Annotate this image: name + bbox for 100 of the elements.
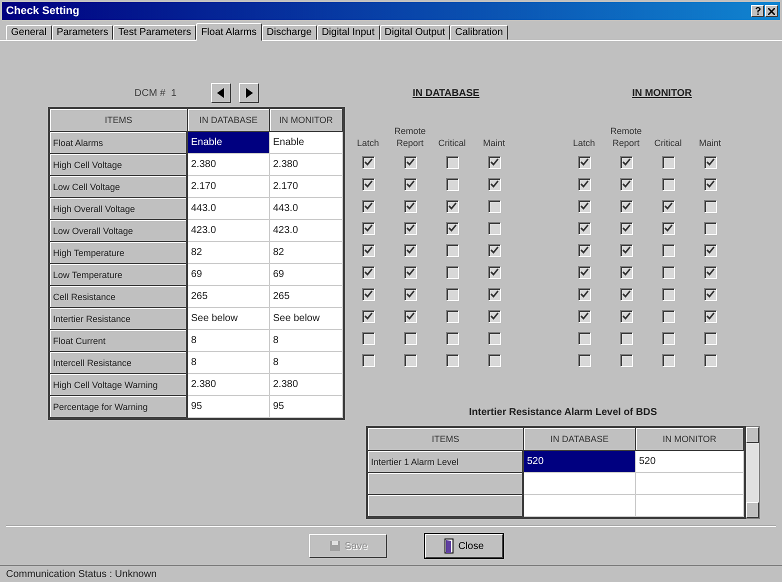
- table-cell[interactable]: 2.380: [188, 154, 270, 176]
- checkbox[interactable]: [362, 244, 374, 256]
- checkbox[interactable]: [662, 310, 674, 322]
- checkbox[interactable]: [662, 332, 674, 344]
- table-cell[interactable]: 2.380: [270, 374, 343, 396]
- table-cell[interactable]: 2.170: [270, 176, 343, 198]
- table-cell[interactable]: Enable: [188, 132, 270, 154]
- checkbox[interactable]: [578, 178, 590, 190]
- checkbox[interactable]: [662, 266, 674, 278]
- checkbox[interactable]: [446, 266, 458, 278]
- checkbox[interactable]: [488, 156, 500, 168]
- checkbox[interactable]: [620, 178, 632, 190]
- checkbox[interactable]: [488, 200, 500, 212]
- checkbox[interactable]: [362, 222, 374, 234]
- checkbox[interactable]: [446, 200, 458, 212]
- checkbox[interactable]: [704, 288, 716, 300]
- table-cell[interactable]: 8: [270, 330, 343, 352]
- help-button[interactable]: [751, 5, 764, 17]
- checkbox[interactable]: [446, 222, 458, 234]
- checkbox[interactable]: [620, 222, 632, 234]
- checkbox[interactable]: [578, 266, 590, 278]
- table-cell[interactable]: 69: [270, 264, 343, 286]
- close-button[interactable]: Close: [425, 534, 503, 558]
- table-cell[interactable]: Enable: [270, 132, 343, 154]
- table-cell[interactable]: 265: [270, 286, 343, 308]
- checkbox[interactable]: [404, 288, 416, 300]
- checkbox[interactable]: [620, 332, 632, 344]
- checkbox[interactable]: [620, 310, 632, 322]
- table-cell[interactable]: 443.0: [188, 198, 270, 220]
- table-cell[interactable]: See below: [270, 308, 343, 330]
- checkbox[interactable]: [704, 178, 716, 190]
- checkbox[interactable]: [362, 156, 374, 168]
- checkbox[interactable]: [404, 266, 416, 278]
- checkbox[interactable]: [578, 332, 590, 344]
- table-cell[interactable]: 8: [188, 352, 270, 374]
- checkbox[interactable]: [704, 266, 716, 278]
- table-cell[interactable]: 95: [270, 396, 343, 418]
- checkbox[interactable]: [578, 200, 590, 212]
- tab[interactable]: Test Parameters: [113, 25, 196, 40]
- checkbox[interactable]: [362, 332, 374, 344]
- checkbox[interactable]: [404, 156, 416, 168]
- checkbox[interactable]: [488, 222, 500, 234]
- table-cell[interactable]: [636, 473, 744, 495]
- table-cell[interactable]: 443.0: [270, 198, 343, 220]
- checkbox[interactable]: [446, 244, 458, 256]
- table-cell[interactable]: 265: [188, 286, 270, 308]
- checkbox[interactable]: [488, 266, 500, 278]
- checkbox[interactable]: [704, 354, 716, 366]
- table-cell[interactable]: 520: [524, 451, 636, 473]
- table-cell[interactable]: 423.0: [270, 220, 343, 242]
- checkbox[interactable]: [578, 354, 590, 366]
- checkbox[interactable]: [362, 266, 374, 278]
- checkbox[interactable]: [662, 354, 674, 366]
- checkbox[interactable]: [446, 156, 458, 168]
- checkbox[interactable]: [620, 354, 632, 366]
- checkbox[interactable]: [578, 310, 590, 322]
- tab[interactable]: Calibration: [450, 25, 508, 40]
- checkbox[interactable]: [620, 266, 632, 278]
- table-cell[interactable]: [524, 473, 636, 495]
- table-cell[interactable]: 8: [188, 330, 270, 352]
- checkbox[interactable]: [704, 222, 716, 234]
- checkbox[interactable]: [578, 288, 590, 300]
- checkbox[interactable]: [488, 288, 500, 300]
- table-cell[interactable]: 95: [188, 396, 270, 418]
- tab[interactable]: Float Alarms: [196, 23, 262, 41]
- checkbox[interactable]: [446, 332, 458, 344]
- checkbox[interactable]: [362, 354, 374, 366]
- checkbox[interactable]: [404, 200, 416, 212]
- checkbox[interactable]: [620, 156, 632, 168]
- checkbox[interactable]: [404, 222, 416, 234]
- table-cell[interactable]: 8: [270, 352, 343, 374]
- checkbox[interactable]: [662, 244, 674, 256]
- table-cell[interactable]: 82: [188, 242, 270, 264]
- checkbox[interactable]: [404, 332, 416, 344]
- close-button[interactable]: [765, 5, 778, 17]
- checkbox[interactable]: [662, 288, 674, 300]
- table-cell[interactable]: 82: [270, 242, 343, 264]
- checkbox[interactable]: [362, 178, 374, 190]
- checkbox[interactable]: [488, 244, 500, 256]
- checkbox[interactable]: [362, 288, 374, 300]
- checkbox[interactable]: [578, 222, 590, 234]
- checkbox[interactable]: [446, 354, 458, 366]
- checkbox[interactable]: [704, 332, 716, 344]
- checkbox[interactable]: [404, 244, 416, 256]
- checkbox[interactable]: [704, 310, 716, 322]
- checkbox[interactable]: [578, 244, 590, 256]
- checkbox[interactable]: [404, 310, 416, 322]
- checkbox[interactable]: [662, 200, 674, 212]
- checkbox[interactable]: [488, 310, 500, 322]
- scrollbar[interactable]: [746, 426, 760, 519]
- next-button[interactable]: [238, 83, 259, 103]
- previous-button[interactable]: [210, 83, 231, 103]
- checkbox[interactable]: [404, 354, 416, 366]
- table-cell[interactable]: 2.380: [270, 154, 343, 176]
- checkbox[interactable]: [704, 244, 716, 256]
- checkbox[interactable]: [362, 200, 374, 212]
- tab[interactable]: Parameters: [52, 25, 114, 40]
- checkbox[interactable]: [362, 310, 374, 322]
- checkbox[interactable]: [704, 200, 716, 212]
- checkbox[interactable]: [662, 222, 674, 234]
